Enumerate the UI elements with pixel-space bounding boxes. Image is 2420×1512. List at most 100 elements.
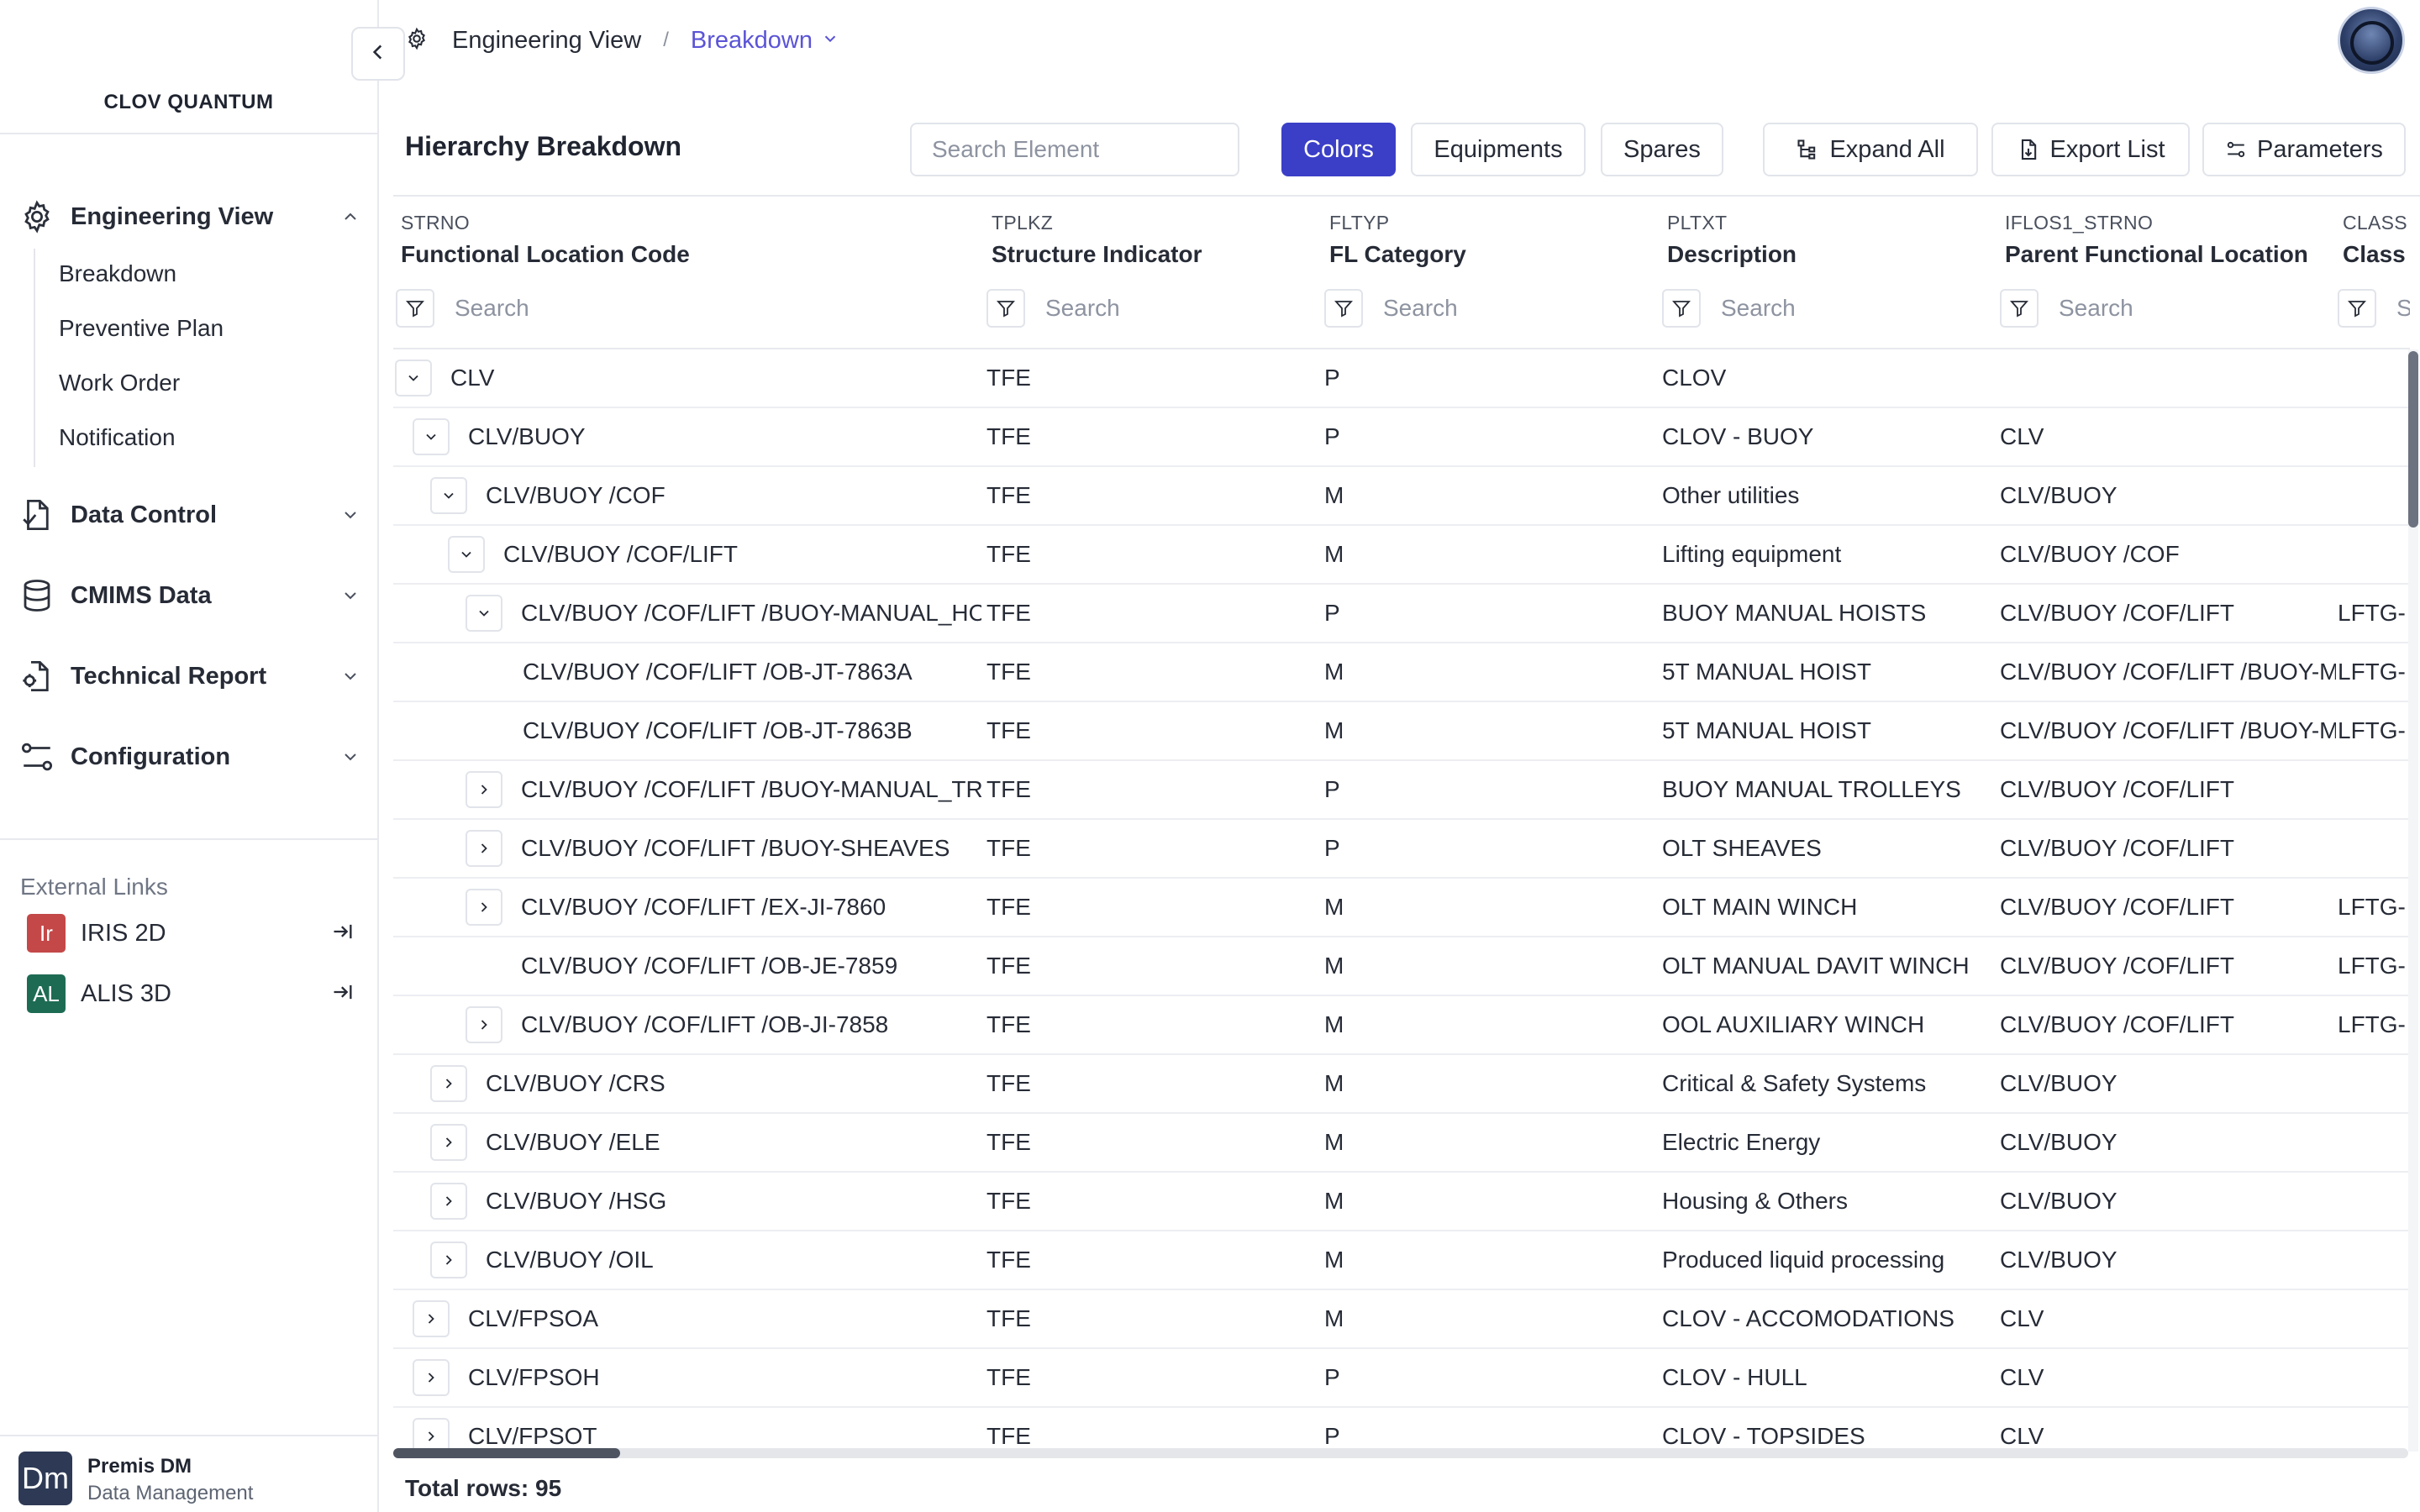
chevron-right-icon[interactable]: [413, 1418, 450, 1448]
colors-toggle-button[interactable]: Colors: [1281, 123, 1396, 176]
table-row[interactable]: CLV TFE P CLOV: [393, 349, 2410, 408]
column-search-input[interactable]: [1383, 295, 1635, 322]
chevron-right-icon[interactable]: [466, 1006, 502, 1043]
cell-description: Lifting equipment: [1662, 541, 1842, 567]
subnav-item-preventive-plan[interactable]: Preventive Plan: [59, 315, 224, 342]
cell-structure-indicator: TFE: [986, 482, 1031, 508]
column-header-class[interactable]: CLASS Class: [2343, 212, 2407, 268]
breadcrumb-current[interactable]: Breakdown: [691, 27, 813, 55]
profile-avatar[interactable]: [2338, 7, 2405, 74]
table-row[interactable]: CLV/BUOY /HSG TFE M Housing & Others CLV/BUO…: [393, 1173, 2410, 1231]
parameters-button[interactable]: Parameters: [2202, 123, 2406, 176]
chevron-right-icon[interactable]: [430, 1242, 467, 1278]
nav-section-configuration[interactable]: Configuration: [18, 732, 363, 782]
chevron-right-icon[interactable]: [430, 1065, 467, 1102]
cell-structure-indicator: TFE: [986, 1247, 1031, 1273]
external-links-title: External Links: [20, 874, 168, 900]
spares-toggle-button[interactable]: Spares: [1601, 123, 1723, 176]
nav-section-engineering-view[interactable]: Engineering View: [18, 192, 363, 242]
chevron-right-icon[interactable]: [430, 1183, 467, 1220]
table-row[interactable]: CLV/BUOY /COF/LIFT TFE M Lifting equipment C…: [393, 526, 2410, 585]
column-header-strno[interactable]: STRNO Functional Location Code: [401, 212, 690, 268]
chevron-down-icon[interactable]: [430, 477, 467, 514]
column-header-fltyp[interactable]: FLTYP FL Category: [1329, 212, 1466, 268]
cell-structure-indicator: TFE: [986, 1305, 1031, 1331]
table-row[interactable]: CLV/BUOY /CRS TFE M Critical & Safety Syste…: [393, 1055, 2410, 1114]
subnav-item-work-order[interactable]: Work Order: [59, 370, 180, 396]
expand-all-button[interactable]: Expand All: [1763, 123, 1978, 176]
cell-structure-indicator: TFE: [986, 1423, 1031, 1448]
table-row[interactable]: CLV/BUOY /OIL TFE M Produced liquid process…: [393, 1231, 2410, 1290]
filter-icon[interactable]: [2000, 289, 2039, 328]
chevron-down-icon[interactable]: [821, 29, 839, 52]
vertical-scrollbar-thumb[interactable]: [2408, 351, 2418, 528]
filter-icon[interactable]: [986, 289, 1025, 328]
table-row[interactable]: CLV/BUOY /COF/LIFT /OB-JE-7859 TFE M OLT MA…: [393, 937, 2410, 996]
external-link-iris-2d[interactable]: Ir IRIS 2D: [27, 914, 355, 953]
chevron-right-icon[interactable]: [430, 1124, 467, 1161]
table-row[interactable]: CLV/BUOY /COF/LIFT /BUOY-SHEAVES TFE P OLT …: [393, 820, 2410, 879]
chevron-down-icon[interactable]: [395, 360, 432, 396]
chevron-right-icon[interactable]: [466, 830, 502, 867]
filter-icon[interactable]: [396, 289, 434, 328]
horizontal-scrollbar-thumb[interactable]: [393, 1448, 620, 1458]
nav-section-technical-report[interactable]: Technical Report: [18, 651, 363, 701]
cell-functional-location-code: CLV/FPSOH: [468, 1364, 600, 1390]
chevron-right-icon[interactable]: [413, 1359, 450, 1396]
chevron-right-icon[interactable]: [413, 1300, 450, 1337]
column-title: Parent Functional Location: [2005, 241, 2308, 267]
table-row[interactable]: CLV/BUOY /ELE TFE M Electric Energy CLV/BUOY: [393, 1114, 2410, 1173]
column-search-input[interactable]: [1721, 295, 1973, 322]
filter-icon[interactable]: [2338, 289, 2376, 328]
cell-class: LFTG-: [2338, 717, 2406, 743]
table-row[interactable]: CLV/BUOY /COF/LIFT /EX-JI-7860 TFE M OLT MA…: [393, 879, 2410, 937]
table-row[interactable]: CLV/BUOY /COF/LIFT /OB-JI-7858 TFE M OOL AU…: [393, 996, 2410, 1055]
column-title: Description: [1667, 241, 1797, 267]
search-element-input[interactable]: [910, 123, 1239, 176]
nav-section-data-control[interactable]: Data Control: [18, 490, 363, 540]
cell-parent-location: CLV/BUOY: [2000, 1247, 2118, 1273]
filter-icon[interactable]: [1662, 289, 1701, 328]
column-search-input[interactable]: [2059, 295, 2311, 322]
column-search-input[interactable]: [2396, 295, 2410, 322]
chevron-right-icon[interactable]: [466, 771, 502, 808]
cell-structure-indicator: TFE: [986, 1188, 1031, 1214]
column-search-input[interactable]: [1045, 295, 1297, 322]
cell-description: Produced liquid processing: [1662, 1247, 1945, 1273]
table-row[interactable]: CLV/BUOY /COF/LIFT /OB-JT-7863A TFE M 5T MA…: [393, 643, 2410, 702]
column-header-iflos1-strno[interactable]: IFLOS1_STRNO Parent Functional Location: [2005, 212, 2308, 268]
column-code: FLTYP: [1329, 212, 1390, 234]
chevron-down-icon[interactable]: [413, 418, 450, 455]
horizontal-scrollbar[interactable]: [393, 1448, 2408, 1458]
external-link-alis-3d[interactable]: AL ALIS 3D: [27, 974, 355, 1013]
cell-description: CLOV: [1662, 365, 1727, 391]
export-list-button[interactable]: Export List: [1991, 123, 2190, 176]
column-header-tplkz[interactable]: TPLKZ Structure Indicator: [992, 212, 1202, 268]
subnav-item-notification[interactable]: Notification: [59, 424, 176, 451]
cell-class: [2338, 526, 2410, 583]
chevron-right-icon[interactable]: [466, 889, 502, 926]
user-profile[interactable]: Dm Premis DM Data Management: [0, 1435, 377, 1512]
cell-parent-location: CLV/BUOY /COF/LIFT: [2000, 776, 2235, 802]
table-row[interactable]: CLV/BUOY TFE P CLOV - BUOY CLV: [393, 408, 2410, 467]
chevron-down-icon[interactable]: [466, 595, 502, 632]
subnav-item-breakdown[interactable]: Breakdown: [59, 260, 176, 287]
nav-section-cmims-data[interactable]: CMIMS Data: [18, 570, 363, 621]
table-row[interactable]: CLV/FPSOT TFE P CLOV - TOPSIDES CLV: [393, 1408, 2410, 1448]
table-row[interactable]: CLV/BUOY /COF/LIFT /BUOY-MANUAL_TROLLEYS…: [393, 761, 2410, 820]
table-row[interactable]: CLV/BUOY /COF/LIFT /BUOY-MANUAL_HOISTSTF…: [393, 585, 2410, 643]
column-search-input[interactable]: [455, 295, 707, 322]
table-row[interactable]: CLV/FPSOA TFE M CLOV - ACCOMODATIONS CLV: [393, 1290, 2410, 1349]
breadcrumb-home[interactable]: Engineering View: [452, 27, 641, 55]
cell-structure-indicator: TFE: [986, 1070, 1031, 1096]
table-row[interactable]: CLV/BUOY /COF/LIFT /OB-JT-7863B TFE M 5T MA…: [393, 702, 2410, 761]
column-filter-fltyp: [1324, 289, 1635, 328]
column-header-pltxt[interactable]: PLTXT Description: [1667, 212, 1797, 268]
filter-icon[interactable]: [1324, 289, 1363, 328]
collapse-sidebar-button[interactable]: [351, 27, 405, 81]
cell-class: LFTG-: [2338, 659, 2406, 685]
table-row[interactable]: CLV/FPSOH TFE P CLOV - HULL CLV: [393, 1349, 2410, 1408]
table-row[interactable]: CLV/BUOY /COF TFE M Other utilities CLV/BUOY: [393, 467, 2410, 526]
chevron-down-icon[interactable]: [448, 536, 485, 573]
equipments-toggle-button[interactable]: Equipments: [1411, 123, 1586, 176]
